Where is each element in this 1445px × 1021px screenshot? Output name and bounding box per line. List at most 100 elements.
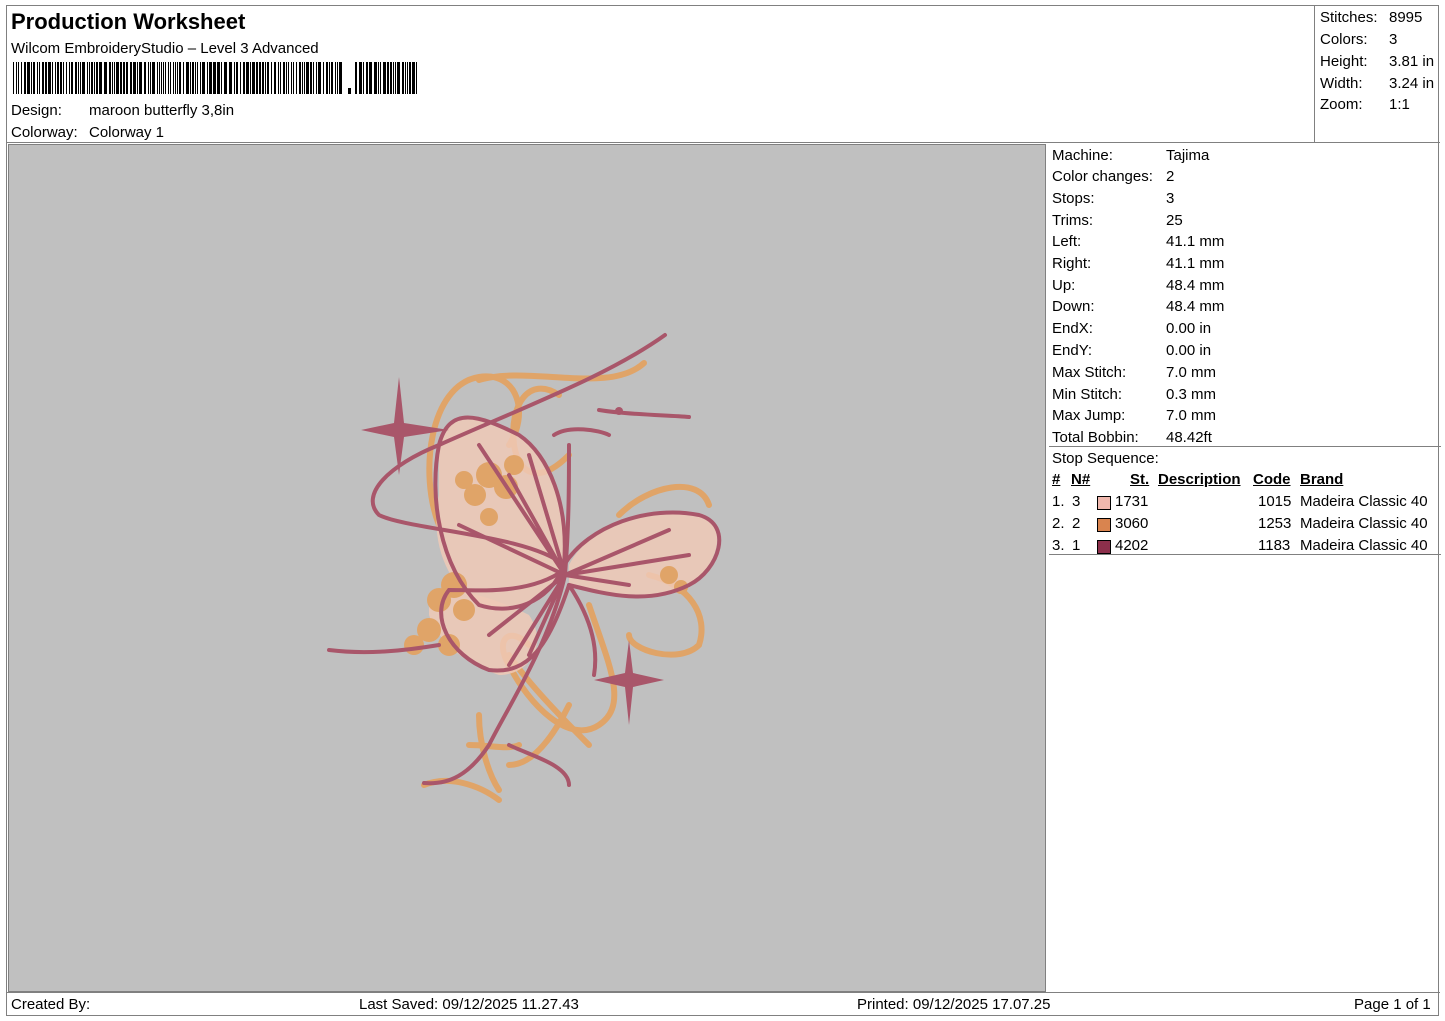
- thread-brand: Madeira Classic 40: [1300, 537, 1428, 554]
- barcode-bar: [240, 62, 241, 94]
- barcode-bar: [148, 62, 149, 94]
- param-value: 0.3 mm: [1166, 386, 1217, 403]
- barcode-bar: [236, 62, 238, 94]
- barcode-bar: [283, 62, 285, 94]
- barcode-bar: [192, 62, 194, 94]
- barcode-bar: [302, 62, 303, 94]
- barcode-bar: [335, 62, 336, 94]
- param-row: Left: 41.1 mm: [1052, 233, 1224, 250]
- stat-label: Stitches:: [1320, 9, 1378, 26]
- param-row: Color changes: 2: [1052, 168, 1174, 185]
- param-label: Max Jump:: [1052, 407, 1126, 424]
- barcode-bar: [326, 62, 328, 94]
- design-label: Design:: [11, 102, 62, 119]
- header-stitches: St.: [1130, 471, 1150, 488]
- barcode-bar: [94, 62, 95, 94]
- barcode-bar: [197, 62, 198, 94]
- param-label: Total Bobbin:: [1052, 429, 1139, 446]
- param-value: 48.42ft: [1166, 429, 1212, 446]
- stat-value: 3.24 in: [1389, 75, 1435, 92]
- barcode-bar: [363, 62, 364, 94]
- barcode-bar: [200, 62, 201, 94]
- production-worksheet: Production Worksheet Wilcom EmbroiderySt…: [6, 5, 1441, 1017]
- barcode-bar: [316, 62, 317, 94]
- barcode-bar: [18, 62, 19, 94]
- barcode-bar: [48, 62, 51, 94]
- barcode-bar: [91, 62, 93, 94]
- barcode-bar: [89, 62, 90, 94]
- thread-code: 1253: [1258, 515, 1292, 532]
- param-row: Right: 41.1 mm: [1052, 255, 1224, 272]
- barcode-bar: [159, 62, 160, 94]
- worksheet-footer: Created By: Last Saved: 09/12/2025 11.27…: [7, 992, 1440, 1017]
- barcode-bar: [390, 62, 392, 94]
- barcode-bar: [265, 62, 266, 94]
- param-row: Trims: 25: [1052, 212, 1183, 229]
- barcode-bar: [75, 62, 77, 94]
- barcode-bar: [202, 62, 205, 94]
- barcode-bar: [173, 62, 174, 94]
- page-number: Page 1 of 1: [1354, 996, 1431, 1013]
- barcode-bar: [37, 62, 38, 94]
- barcode-bar: [380, 62, 381, 94]
- barcode-bar: [82, 62, 85, 94]
- barcode-bar: [246, 62, 249, 94]
- table-row: 2. 2 3060 1253 Madeira Classic 40: [1049, 515, 1441, 537]
- barcode-bar: [348, 88, 351, 94]
- last-saved: Last Saved: 09/12/2025 11.27.43: [359, 996, 579, 1013]
- barcode-bar: [395, 62, 396, 94]
- barcode-bar: [112, 62, 113, 94]
- param-label: Left:: [1052, 233, 1082, 250]
- design-preview-canvas[interactable]: [8, 144, 1046, 992]
- param-value: 0.00 in: [1166, 320, 1212, 337]
- barcode-bar: [55, 62, 56, 94]
- machine-parameters: Machine: Tajima Color changes: 2 Stops: 3 T…: [1049, 144, 1441, 447]
- barcode-bar: [296, 62, 297, 94]
- barcode-bar: [165, 62, 166, 94]
- barcode-bar: [63, 62, 64, 94]
- barcode-bar: [120, 62, 122, 94]
- param-label: Trims:: [1052, 212, 1094, 229]
- design-stats: Stitches: 8995 Colors: 3 Height: 3.81 in Wi…: [1314, 6, 1440, 143]
- barcode-bar: [170, 62, 171, 94]
- printed-date: Printed: 09/12/2025 17.07.25: [857, 996, 1051, 1013]
- param-row: Max Jump: 7.0 mm: [1052, 407, 1216, 424]
- stop-num: 1.: [1052, 493, 1065, 510]
- barcode-bar: [87, 62, 88, 94]
- barcode-bar: [177, 62, 178, 94]
- barcode-bar: [331, 62, 333, 94]
- barcode-bar: [409, 62, 411, 94]
- param-row: Total Bobbin: 48.42ft: [1052, 429, 1212, 446]
- barcode-bar: [150, 62, 151, 94]
- param-label: Color changes:: [1052, 168, 1153, 185]
- barcode-bar: [271, 62, 272, 94]
- colorway-value: Colorway 1: [89, 124, 165, 141]
- barcode-bar: [21, 62, 22, 94]
- stitch-count: 1731: [1115, 493, 1149, 510]
- barcode-bar: [144, 62, 146, 94]
- barcode-bar: [57, 62, 59, 94]
- barcode-bar: [355, 62, 357, 94]
- barcode: [13, 62, 417, 94]
- param-value: 7.0 mm: [1166, 407, 1217, 424]
- stat-label: Height:: [1320, 53, 1368, 70]
- param-value: 41.1 mm: [1166, 233, 1225, 250]
- barcode-bar: [179, 62, 181, 94]
- param-label: Right:: [1052, 255, 1092, 272]
- param-row: Up: 48.4 mm: [1052, 277, 1224, 294]
- barcode-bar: [109, 62, 111, 94]
- param-value: 3: [1166, 190, 1175, 207]
- barcode-bar: [45, 62, 47, 94]
- software-name: Wilcom EmbroideryStudio – Level 3 Advanc…: [11, 40, 319, 57]
- barcode-bar: [137, 62, 138, 94]
- barcode-bar: [42, 62, 44, 94]
- barcode-bar: [280, 62, 281, 94]
- header-needle: N#: [1071, 471, 1091, 488]
- param-value: 41.1 mm: [1166, 255, 1225, 272]
- barcode-bar: [139, 62, 142, 94]
- barcode-bar: [402, 62, 404, 94]
- stitch-count: 3060: [1115, 515, 1149, 532]
- stop-sequence-table: Stop Sequence: # N# St. Description Code…: [1049, 447, 1441, 555]
- barcode-bar: [234, 62, 235, 94]
- barcode-bar: [104, 62, 107, 94]
